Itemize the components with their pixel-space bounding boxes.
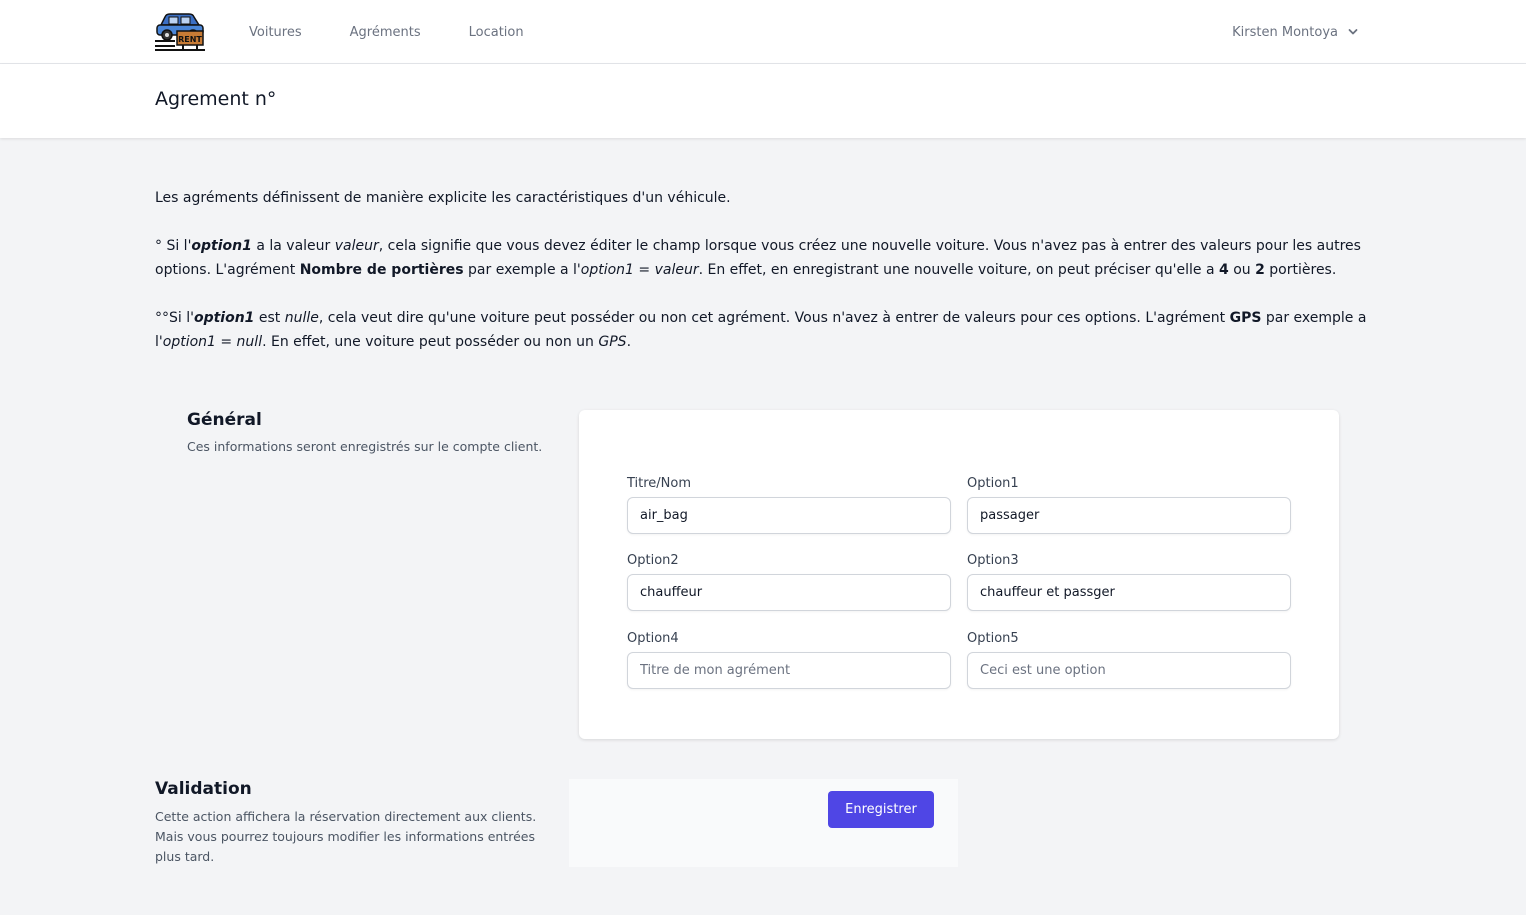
general-section-title: Général [187,410,262,430]
page-title: Agrement n° [155,88,277,110]
option4-input[interactable] [627,652,951,689]
option5-label: Option5 [967,631,1019,646]
agrement-form-card: Titre/Nom Option1 Option2 Option3 Option… [579,410,1339,739]
option2-label: Option2 [627,553,679,568]
option1-label: Option1 [967,476,1019,491]
save-button[interactable]: Enregistrer [828,791,934,828]
user-menu[interactable]: Kirsten Montoya [1232,0,1358,64]
nav-link-agrements[interactable]: Agréments [350,25,421,40]
validation-section-desc: Cette action affichera la réservation di… [155,809,537,864]
user-name: Kirsten Montoya [1232,24,1338,40]
option2-field: Option2 [627,553,951,611]
validation-section-title: Validation [155,779,252,799]
rent-car-logo-icon[interactable]: RENT [155,11,205,51]
intro-paragraph-3: °°Si l'option1 est nulle, cela veut dire… [155,310,1367,350]
option2-input[interactable] [627,574,951,611]
chevron-down-icon [1348,29,1358,35]
option3-field: Option3 [967,553,1291,611]
validation-panel: Enregistrer [569,779,958,867]
general-section-desc: Ces informations seront enregistrés sur … [187,439,543,454]
intro-text: Les agréments définissent de manière exp… [155,186,1375,378]
nav-link-location[interactable]: Location [469,25,524,40]
option3-input[interactable] [967,574,1291,611]
title-label: Titre/Nom [627,476,692,491]
intro-paragraph-2: ° Si l'option1 a la valeur valeur, cela … [155,238,1361,278]
option5-input[interactable] [967,652,1291,689]
option1-field: Option1 [967,476,1291,534]
option4-label: Option4 [627,631,679,646]
option4-field: Option4 [627,631,951,689]
main-nav: Voitures Agréments Location [249,0,572,64]
title-field: Titre/Nom [627,476,951,534]
top-navbar: RENT Voitures Agréments Location Kirsten… [0,0,1526,64]
page-header: Agrement n° [0,64,1526,138]
option5-field: Option5 [967,631,1291,689]
option3-label: Option3 [967,553,1019,568]
intro-paragraph-1: Les agréments définissent de manière exp… [155,190,731,206]
title-input[interactable] [627,497,951,534]
option1-input[interactable] [967,497,1291,534]
svg-text:RENT: RENT [178,35,202,44]
nav-link-voitures[interactable]: Voitures [249,25,302,40]
